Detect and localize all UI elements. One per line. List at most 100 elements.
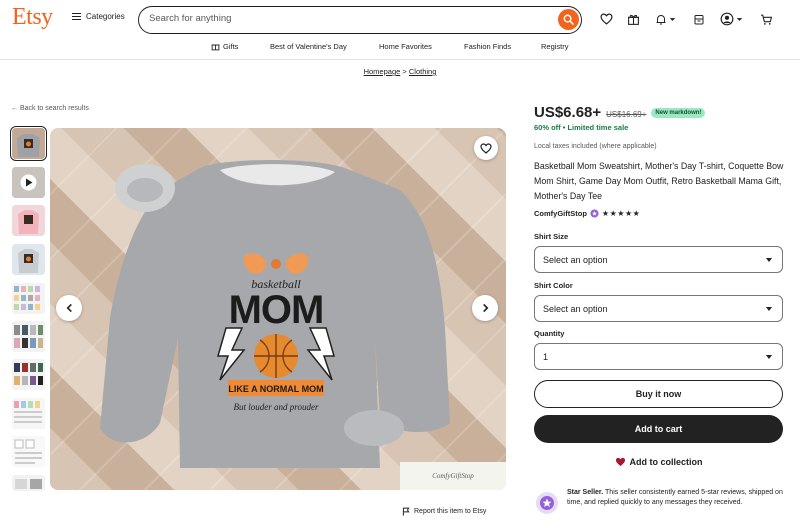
svg-text:MOM: MOM <box>229 288 324 332</box>
menu-icon <box>72 13 81 20</box>
thumbnail-image <box>12 205 45 236</box>
cart-button[interactable] <box>760 11 773 27</box>
thumbnail-10[interactable] <box>12 475 45 491</box>
star-seller-section: Star Seller. This seller consistently ea… <box>534 488 790 516</box>
notifications-button[interactable] <box>655 11 676 27</box>
favorites-button[interactable] <box>600 11 613 27</box>
categories-button[interactable]: Categories <box>72 12 125 21</box>
breadcrumb-separator: > <box>402 67 407 76</box>
chevron-down-icon <box>669 17 676 21</box>
thumbnail-image <box>12 398 45 429</box>
tax-note: Local taxes included (where applicable) <box>534 143 657 150</box>
buy-now-button[interactable]: Buy it now <box>534 380 783 408</box>
star-seller-text: Star Seller. This seller consistently ea… <box>567 488 790 516</box>
size-label: Shirt Size <box>534 232 569 241</box>
thumbnail-image <box>12 283 45 314</box>
header: Etsy Categories <box>0 0 800 38</box>
favorite-button[interactable] <box>474 136 498 160</box>
search-button[interactable] <box>558 9 579 30</box>
breadcrumb-homepage[interactable]: Homepage <box>364 67 401 76</box>
original-price: US$16.69+ <box>606 110 647 119</box>
quantity-select-value: 1 <box>543 352 549 362</box>
search-input[interactable] <box>149 13 529 24</box>
thumbnail-9[interactable] <box>12 436 45 467</box>
discount-text: 60% off • Limited time sale <box>534 123 629 132</box>
next-image-button[interactable] <box>472 295 498 321</box>
color-select-value: Select an option <box>543 304 608 314</box>
search-bar <box>138 6 582 34</box>
quantity-select[interactable]: 1 <box>534 343 783 370</box>
svg-text:But louder and prouder: But louder and prouder <box>234 402 319 412</box>
nav-item-fashion-finds[interactable]: Fashion Finds <box>464 42 511 51</box>
thumbnail-5[interactable] <box>12 283 45 314</box>
chevron-right-icon <box>482 303 488 313</box>
listing-title: Basketball Mom Sweatshirt, Mother's Day … <box>534 161 784 201</box>
product-image[interactable]: basketball MOM LIKE A NORMAL MOM But lou… <box>50 128 506 490</box>
nav-item-gifts[interactable]: Gifts <box>211 42 238 51</box>
etsy-logo[interactable]: Etsy <box>12 4 53 31</box>
shop-manager-button[interactable] <box>693 11 705 27</box>
report-label: Report this item to Etsy <box>414 508 487 515</box>
cart-icon <box>761 14 773 25</box>
back-to-results-link[interactable]: ← Back to search results <box>11 105 89 112</box>
thumbnail-8[interactable] <box>12 398 45 429</box>
thumbnail-image <box>12 359 45 390</box>
thumbnail-6[interactable] <box>12 321 45 352</box>
breadcrumb: Homepage > Clothing <box>0 67 800 76</box>
flag-icon <box>402 507 410 516</box>
nav-label: Fashion Finds <box>464 42 512 51</box>
markdown-badge: New markdown! <box>651 108 706 118</box>
thumbnail-image <box>12 436 45 467</box>
svg-text:LIKE A NORMAL MOM: LIKE A NORMAL MOM <box>228 384 323 394</box>
categories-label: Categories <box>86 12 125 21</box>
star-seller-title: Star Seller. <box>567 489 604 496</box>
thumbnail-4[interactable] <box>12 244 45 275</box>
quantity-label: Quantity <box>534 329 565 338</box>
star-seller-badge-icon <box>536 492 558 514</box>
price: US$6.68+ <box>534 104 602 121</box>
shop-info: ComfyGiftStop ★★★★★ <box>534 209 640 218</box>
breadcrumb-clothing[interactable]: Clothing <box>409 67 437 76</box>
nav-item-valentines[interactable]: Best of Valentine's Day <box>270 42 347 51</box>
avatar-icon <box>720 12 734 26</box>
account-button[interactable] <box>720 11 743 27</box>
nav-item-home-favorites[interactable]: Home Favorites <box>379 42 432 51</box>
play-icon <box>12 167 45 198</box>
price-row: US$6.68+ US$16.69+ New markdown! <box>534 104 706 121</box>
sweatshirt-illustration: basketball MOM LIKE A NORMAL MOM But lou… <box>100 160 450 468</box>
category-nav: Gifts Best of Valentine's Day Home Favor… <box>0 38 800 58</box>
thumbnail-image <box>12 244 45 275</box>
shop-name-link[interactable]: ComfyGiftStop <box>534 209 587 218</box>
search-icon <box>563 14 574 25</box>
shop-icon <box>694 14 704 24</box>
header-divider <box>0 59 800 60</box>
previous-image-button[interactable] <box>56 295 82 321</box>
nav-item-registry[interactable]: Registry <box>541 42 569 51</box>
thumbnail-3[interactable] <box>12 205 45 236</box>
heart-icon <box>480 142 492 154</box>
report-item-link[interactable]: Report this item to Etsy <box>402 507 486 516</box>
add-to-collection-button[interactable]: Add to collection <box>534 457 783 467</box>
nav-label: Gifts <box>223 42 239 51</box>
heart-filled-icon <box>615 457 625 467</box>
color-select[interactable]: Select an option <box>534 295 783 322</box>
add-to-cart-button[interactable]: Add to cart <box>534 415 783 443</box>
nav-label: Home Favorites <box>379 42 432 51</box>
caret-down-icon <box>766 355 772 359</box>
caret-down-icon <box>766 307 772 311</box>
shop-watermark: ComfyGiftStop <box>400 462 506 490</box>
back-link-label: Back to search results <box>19 105 89 112</box>
size-select[interactable]: Select an option <box>534 246 783 273</box>
gift-icon <box>211 44 220 51</box>
arrow-left-icon: ← <box>11 105 18 112</box>
chevron-down-icon <box>736 17 743 21</box>
gift-button[interactable] <box>627 11 640 27</box>
thumbnail-video[interactable] <box>12 167 45 198</box>
thumbnail-1[interactable] <box>10 126 47 161</box>
heart-icon <box>600 13 613 25</box>
color-label: Shirt Color <box>534 281 573 290</box>
chevron-left-icon <box>66 303 72 313</box>
rating-stars[interactable]: ★★★★★ <box>602 209 640 218</box>
thumbnail-image <box>12 128 45 159</box>
thumbnail-7[interactable] <box>12 359 45 390</box>
